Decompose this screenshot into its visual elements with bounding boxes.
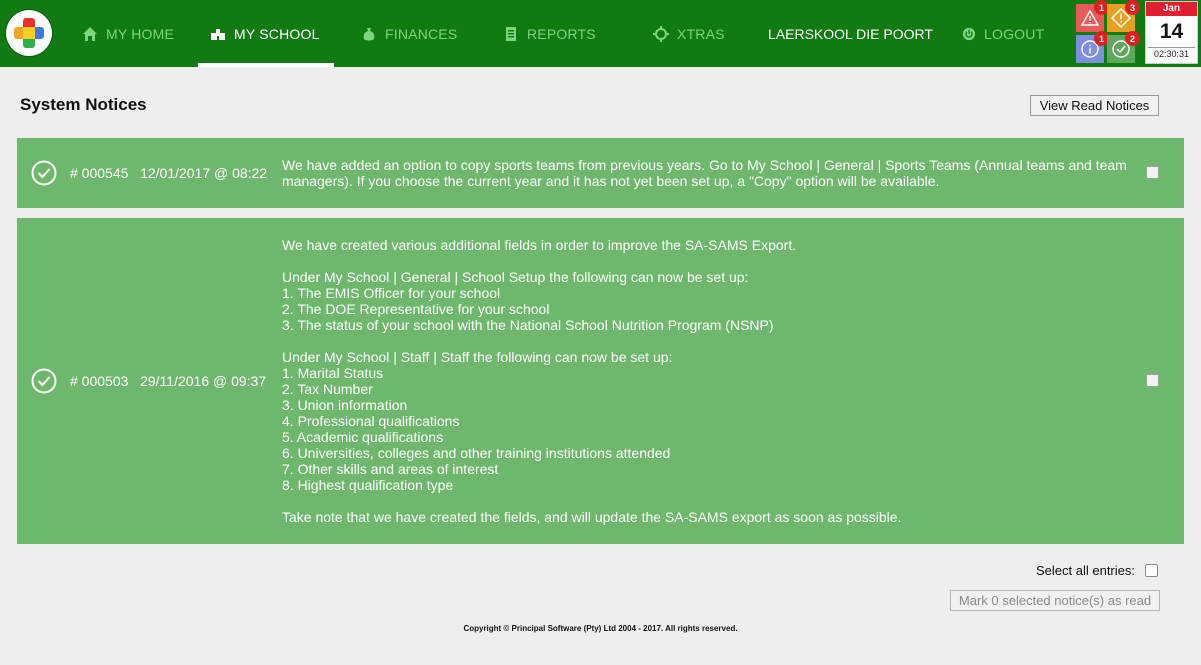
notice-number: # 000503 — [70, 373, 129, 389]
notice-text: We have created various additional field… — [282, 237, 902, 525]
select-all-label: Select all entries: — [1036, 563, 1135, 578]
calendar-day: 14 — [1159, 20, 1184, 43]
notice-date: 29/11/2016 @ 09:37 — [140, 373, 267, 389]
notification-alerts[interactable]: 1 — [1076, 0, 1109, 32]
app-logo[interactable] — [6, 10, 52, 56]
notification-info[interactable]: 1 — [1076, 31, 1109, 63]
calendar-time: 02:30:31 — [1148, 47, 1195, 60]
report-icon — [506, 26, 516, 41]
notice-meta: # 000503 29/11/2016 @ 09:37 — [70, 373, 266, 389]
view-read-notices-button[interactable]: View Read Notices — [1030, 95, 1159, 116]
school-icon — [211, 28, 225, 40]
notice-select-checkbox[interactable] — [1146, 374, 1159, 387]
crosshair-icon — [653, 25, 669, 42]
logo-icon — [14, 18, 44, 48]
notice-item: # 000545 12/01/2017 @ 08:22 We have adde… — [17, 138, 1184, 208]
notice-date: 12/01/2017 @ 08:22 — [140, 165, 268, 181]
home-icon — [83, 26, 97, 41]
notification-warnings[interactable]: 3 — [1107, 0, 1140, 32]
notice-item: # 000503 29/11/2016 @ 09:37 We have crea… — [17, 218, 1184, 544]
mark-read-button[interactable]: Mark 0 selected notice(s) as read — [950, 590, 1160, 611]
nav-xtras[interactable]: XTRAS — [653, 0, 725, 67]
notice-meta: # 000545 12/01/2017 @ 08:22 — [70, 165, 267, 181]
nav-label: LOGOUT — [984, 25, 1045, 42]
nav-label: MY SCHOOL — [234, 25, 320, 42]
nav-my-home[interactable]: MY HOME — [82, 0, 174, 67]
money-bag-icon — [363, 27, 375, 40]
nav-label: FINANCES — [385, 25, 458, 42]
nav-logout[interactable]: LOGOUT — [962, 0, 1044, 67]
notification-badge: 2 — [1125, 31, 1140, 46]
notification-badge: 3 — [1125, 0, 1140, 15]
nav-label: REPORTS — [527, 25, 596, 42]
notification-completed[interactable]: 2 — [1107, 31, 1140, 63]
notice-number: # 000545 — [70, 165, 129, 181]
nav-finances[interactable]: FINANCES — [361, 0, 457, 67]
top-navigation-bar: MY HOME MY SCHOOL FINANCES REPORTS XTRAS… — [0, 0, 1201, 67]
select-all-checkbox[interactable] — [1145, 564, 1158, 577]
calendar-month: Jan — [1146, 2, 1197, 16]
nav-label: MY HOME — [106, 25, 175, 42]
nav-label: XTRAS — [677, 25, 725, 42]
power-icon — [962, 27, 976, 40]
check-circle-icon — [31, 160, 57, 186]
page-title: System Notices — [20, 95, 147, 114]
school-name: LAERSKOOL DIE POORT — [768, 25, 933, 42]
date-calendar-widget: Jan 14 02:30:31 — [1145, 1, 1198, 64]
notice-text: We have added an option to copy sports t… — [282, 157, 1127, 189]
notice-select-checkbox[interactable] — [1146, 166, 1159, 179]
select-all-entries: Select all entries: — [1036, 563, 1158, 578]
check-circle-icon — [31, 368, 57, 394]
nav-my-school[interactable]: MY SCHOOL — [198, 0, 334, 67]
nav-reports[interactable]: REPORTS — [503, 0, 596, 67]
copyright-text: Copyright © Principal Software (Pty) Ltd… — [463, 624, 738, 633]
